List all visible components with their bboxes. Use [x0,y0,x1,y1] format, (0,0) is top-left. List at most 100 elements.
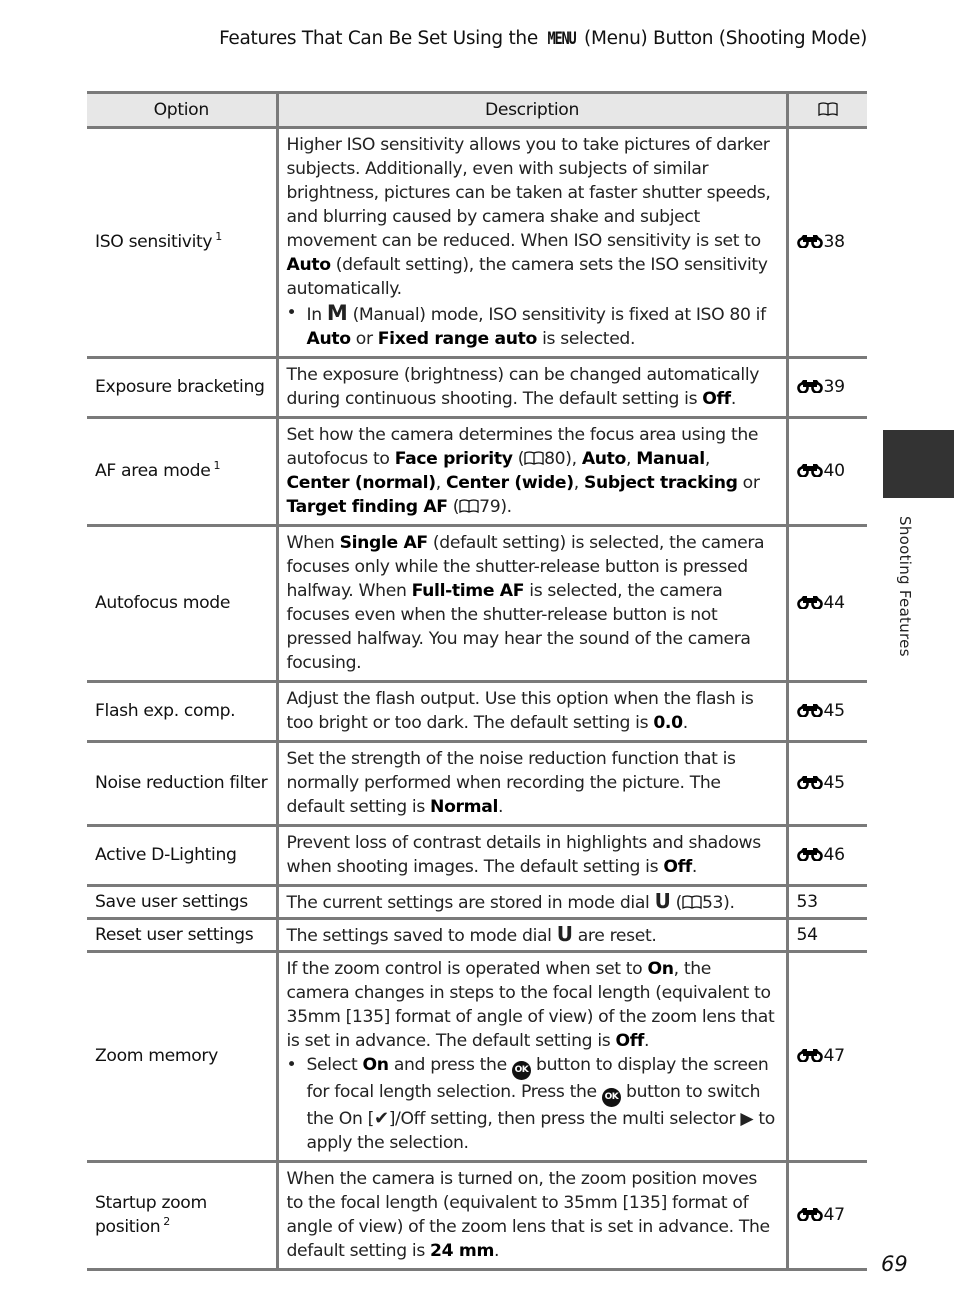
desc-bold: Off [663,857,692,877]
desc-bold: Full-time AF [411,581,525,601]
page-link[interactable]: 53 [702,893,724,913]
bullet-dot: • [286,303,297,323]
option-cell: Noise reduction filter [87,741,277,827]
option-cell: Active D-Lighting [87,825,277,887]
option-cell: ISO sensitivity 1 [87,127,277,359]
description-cell: When Single AF (default setting) is sele… [275,525,787,683]
reference-section-icon [797,847,823,861]
footnote-marker: 2 [163,1215,170,1228]
reference-section-icon [797,463,823,477]
option-cell: Reset user settings [87,918,277,953]
desc-bold: On [647,959,674,979]
description-cell: Set how the camera determines the focus … [275,417,787,527]
reference-cell[interactable]: 47 [785,951,867,1163]
book-icon [459,499,479,514]
table-row: Reset user settings The settings saved t… [87,918,867,953]
page-link[interactable]: 80 [544,449,566,469]
table-row: Startup zoom position 2 When the camera i… [87,1161,867,1271]
desc-bold: Off [702,389,731,409]
reference-cell[interactable]: 38 [785,127,867,359]
user-settings-dial-icon: U [654,888,671,913]
description-cell: The settings saved to mode dial U are re… [275,918,787,953]
description-cell: Higher ISO sensitivity allows you to tak… [275,127,787,359]
table-row: ISO sensitivity 1 Higher ISO sensitivity … [87,127,867,359]
reference-cell[interactable]: 53 [785,885,867,920]
reference-cell[interactable]: 39 [785,357,867,419]
desc-bold: 24 mm [430,1241,495,1261]
desc-text: . [644,1031,650,1051]
desc-bold: Off [615,1031,644,1051]
desc-text: are reset. [572,925,657,946]
desc-text: ( [670,892,683,913]
description-cell: Adjust the flash output. Use this option… [275,681,787,743]
table-row: Active D-Lighting Prevent loss of contra… [87,825,867,887]
book-icon [682,895,702,910]
description-cell: Set the strength of the noise reduction … [275,741,787,827]
desc-bold: Center (wide) [445,473,574,493]
reference-cell[interactable]: 46 [785,825,867,887]
description-cell: Prevent loss of contrast details in high… [275,825,787,887]
reference-cell[interactable]: 45 [785,681,867,743]
menu-button-glyph: MENU [547,29,576,49]
desc-bold: Single AF [339,533,429,553]
desc-bold: Fixed range auto [377,329,538,349]
reference-section-icon [797,234,823,248]
desc-text: If the zoom control is operated when set… [286,959,648,979]
book-icon [524,451,544,466]
desc-text: Set the strength of the noise reduction … [286,749,737,817]
desc-text: . [682,713,688,733]
desc-text: . [498,797,504,817]
desc-bold: Center (normal) [286,473,437,493]
table-row: Noise reduction filter Set the strength … [87,741,867,827]
option-cell: Exposure bracketing [87,357,277,419]
option-name: AF area mode [95,461,211,481]
desc-text: Higher ISO sensitivity allows you to tak… [286,135,771,251]
reference-page: 46 [823,845,846,865]
reference-cell[interactable]: 54 [785,918,867,953]
desc-text: and press the [388,1055,512,1075]
page-link[interactable]: 79 [479,497,501,517]
option-cell: Save user settings [87,885,277,920]
desc-text: or [737,473,760,493]
desc-text: When [286,533,340,553]
desc-bold: Face priority [394,449,513,469]
reference-cell[interactable]: 47 [785,1161,867,1271]
page-number: 69 [881,1252,908,1276]
book-icon [818,102,838,117]
option-cell: Zoom memory [87,951,277,1163]
desc-text: . [494,1241,500,1261]
option-cell: Startup zoom position 2 [87,1161,277,1271]
desc-bold: Auto [286,255,332,275]
reference-cell[interactable]: 44 [785,525,867,683]
user-settings-dial-icon: U [556,921,573,946]
reference-cell[interactable]: 40 [785,417,867,527]
reference-page: 53 [796,891,819,912]
desc-text: . [730,389,736,409]
reference-page: 47 [823,1205,846,1225]
desc-text: When the camera is turned on, the zoom p… [286,1169,771,1261]
reference-page: 47 [823,1046,846,1066]
desc-text: (default setting), the camera sets the I… [286,255,768,299]
reference-section-icon [797,703,823,717]
reference-section-icon [797,1207,823,1221]
bullet-item: • In M (Manual) mode, ISO sensitivity is … [287,301,778,351]
bullet-text: In M (Manual) mode, ISO sensitivity is f… [307,301,778,351]
desc-bold: Manual [636,449,705,469]
desc-text: The exposure (brightness) can be changed… [286,365,760,409]
desc-bold: Normal [430,797,498,817]
reference-section-icon [797,775,823,789]
description-cell: When the camera is turned on, the zoom p… [275,1161,787,1271]
description-cell: If the zoom control is operated when set… [275,951,787,1163]
reference-section-icon [797,1048,823,1062]
desc-text: The settings saved to mode dial [286,925,557,946]
column-header-option: Option [87,91,277,129]
table-row: Exposure bracketing The exposure (bright… [87,357,867,419]
option-name: ISO sensitivity [95,232,213,252]
desc-text: is selected. [536,329,636,349]
option-cell: Autofocus mode [87,525,277,683]
desc-bold: Auto [581,449,627,469]
table-row: AF area mode 1 Set how the camera determi… [87,417,867,527]
reference-cell[interactable]: 45 [785,741,867,827]
desc-text: In [306,305,327,325]
bullet-item: • Select On and press the OK button to di… [287,1053,778,1155]
